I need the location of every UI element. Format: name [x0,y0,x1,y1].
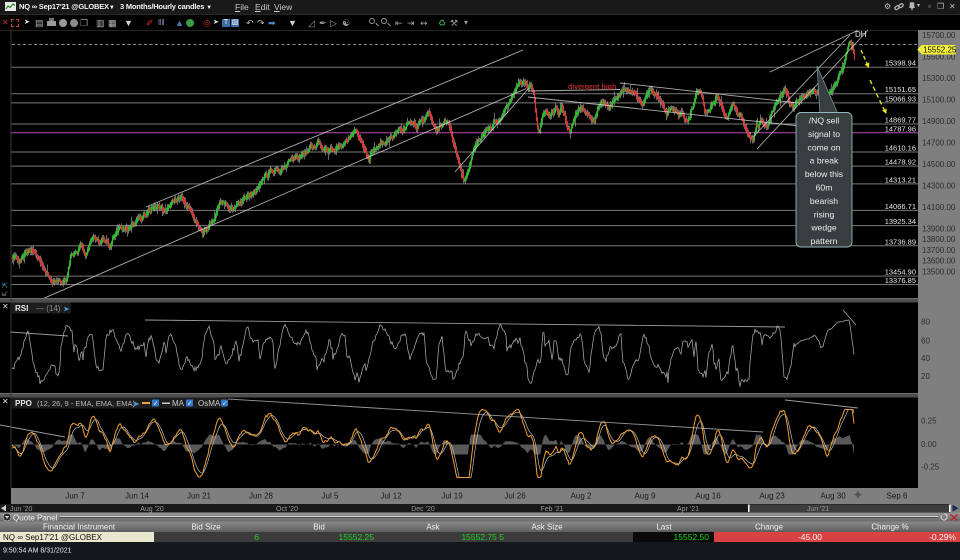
svg-text:Jun 28: Jun 28 [249,492,274,501]
svg-text:Jul 12: Jul 12 [380,492,402,501]
svg-text:come on: come on [808,142,841,152]
svg-text:14478.92: 14478.92 [885,158,916,167]
svg-text:(12, 26, 9 - EMA, EMA, EMA): (12, 26, 9 - EMA, EMA, EMA) [37,399,135,408]
svg-text:rising: rising [814,209,835,219]
svg-text:15300.00: 15300.00 [922,74,956,83]
svg-text:Jun '20: Jun '20 [10,506,32,513]
svg-text:15151.65: 15151.65 [885,85,916,94]
svg-text:⇱: ⇱ [2,282,8,290]
svg-text:60: 60 [921,337,930,346]
svg-text:MA: MA [172,399,185,408]
svg-text:Bid: Bid [313,523,325,532]
svg-text:✕: ✕ [2,397,9,406]
svg-text:DH: DH [855,30,867,39]
svg-text:➤: ➤ [133,400,140,409]
svg-text:Apr '21: Apr '21 [677,506,699,513]
svg-text:Jun 21: Jun 21 [187,492,212,501]
svg-text:Jun 14: Jun 14 [125,492,150,501]
svg-text:Quote Panel: Quote Panel [13,513,58,522]
svg-text:14700.00: 14700.00 [922,138,956,147]
svg-text:Aug 2: Aug 2 [571,492,592,501]
svg-text:below this: below this [805,169,843,179]
svg-text:Oct '20: Oct '20 [276,506,298,513]
svg-text:0.00: 0.00 [921,440,937,449]
svg-text:14787.96: 14787.96 [885,124,916,133]
svg-text:✓: ✓ [222,401,227,408]
svg-text:13376.85: 13376.85 [885,276,916,285]
svg-text:14066.71: 14066.71 [885,202,916,211]
svg-text:Ask: Ask [426,523,440,532]
svg-text:40: 40 [921,354,930,363]
svg-text:Feb '21: Feb '21 [540,506,563,513]
svg-text:wedge: wedge [810,223,837,233]
svg-text:13600.00: 13600.00 [922,257,956,266]
svg-text:Jun 7: Jun 7 [65,492,85,501]
svg-text:Jun '21: Jun '21 [807,506,829,513]
svg-text:— (14): — (14) [36,304,61,313]
svg-text:14869.77: 14869.77 [885,116,916,125]
svg-text:15100.00: 15100.00 [922,95,956,104]
svg-text:15398.94: 15398.94 [885,59,916,68]
svg-text:OsMA: OsMA [198,399,221,408]
svg-text:14100.00: 14100.00 [922,203,956,212]
svg-text:RSI: RSI [15,304,28,313]
svg-text:13900.00: 13900.00 [922,224,956,233]
svg-text:13736.89: 13736.89 [885,237,916,246]
svg-text:Aug 16: Aug 16 [695,492,721,501]
svg-text:15552.75 5: 15552.75 5 [461,532,504,542]
svg-text:Jul 5: Jul 5 [322,492,339,501]
svg-text:Dec '20: Dec '20 [411,506,435,513]
svg-text:6: 6 [254,532,259,542]
svg-text:60m: 60m [816,183,833,193]
svg-text:Sep 6: Sep 6 [887,492,908,501]
svg-text:14300.00: 14300.00 [922,181,956,190]
svg-text:13700.00: 13700.00 [922,246,956,255]
svg-text:15066.93: 15066.93 [885,94,916,103]
svg-text:14610.16: 14610.16 [885,144,916,153]
svg-text:-0.25: -0.25 [921,463,940,472]
svg-text:a break: a break [810,156,839,166]
svg-text:✕: ✕ [2,302,9,311]
svg-text:Last: Last [656,523,672,532]
svg-text:-0.29%: -0.29% [929,532,956,542]
svg-text:15700.00: 15700.00 [922,31,956,40]
svg-text:Aug 23: Aug 23 [759,492,785,501]
svg-text:20: 20 [921,372,930,381]
svg-text:Financial Instrument: Financial Instrument [43,523,116,532]
svg-text:pattern: pattern [811,236,838,246]
svg-text:✓: ✓ [153,401,158,408]
svg-text:divergent high: divergent high [568,84,616,91]
svg-text:NQ ∞ Sep17'21 @GLOBEX: NQ ∞ Sep17'21 @GLOBEX [3,533,103,542]
svg-text:signal to: signal to [808,129,840,139]
svg-text:-45.00: -45.00 [798,532,822,542]
svg-text:Aug 30: Aug 30 [820,492,846,501]
svg-text:bearish: bearish [810,196,838,206]
svg-text:Jul 19: Jul 19 [441,492,463,501]
svg-text:Jul 26: Jul 26 [504,492,526,501]
svg-text:/NQ sell: /NQ sell [809,116,840,126]
svg-text:9:50:54 AM 8/31/2021: 9:50:54 AM 8/31/2021 [3,548,72,555]
svg-text:ыʹ: ыʹ [2,291,7,298]
svg-text:14313.21: 14313.21 [885,175,916,184]
svg-text:13925.34: 13925.34 [885,217,916,226]
svg-text:Change %: Change % [871,523,908,532]
svg-text:✓: ✓ [187,401,192,408]
svg-text:15552.25: 15552.25 [923,46,957,55]
svg-text:Aug 9: Aug 9 [635,492,656,501]
svg-text:Change: Change [755,523,784,532]
svg-text:13800.00: 13800.00 [922,235,956,244]
svg-text:PPO: PPO [15,399,32,408]
svg-text:Ask Size: Ask Size [531,523,563,532]
svg-text:➤: ➤ [63,305,70,314]
svg-text:15552.50: 15552.50 [674,532,710,542]
svg-text:13500.00: 13500.00 [922,267,956,276]
svg-text:Aug '20: Aug '20 [140,506,164,513]
svg-text:14900.00: 14900.00 [922,117,956,126]
svg-text:80: 80 [921,318,930,327]
svg-text:0.25: 0.25 [921,417,937,426]
svg-text:Bid Size: Bid Size [191,523,221,532]
svg-text:15552.25: 15552.25 [339,532,375,542]
svg-text:14500.00: 14500.00 [922,160,956,169]
